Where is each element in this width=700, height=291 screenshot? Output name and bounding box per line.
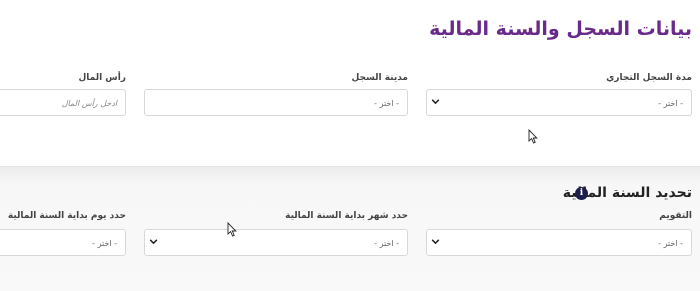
registry-city-label: مدينة السجل [351, 73, 408, 83]
mouse-pointer-icon [227, 222, 237, 237]
info-icon[interactable]: i [575, 187, 588, 200]
start-day-value: - اختر - [92, 239, 117, 248]
chevron-down-icon [431, 99, 440, 105]
registry-duration-value: - اختر - [658, 99, 683, 108]
calendar-select[interactable]: - اختر - [426, 229, 692, 256]
start-day-select[interactable]: - اختر - [0, 229, 126, 256]
registry-city-select[interactable]: - اختر - [144, 89, 408, 116]
capital-placeholder: ادخل رأس المال [61, 99, 117, 108]
mouse-pointer-icon [528, 129, 538, 144]
start-month-select[interactable]: - اختر - [144, 229, 408, 256]
capital-input[interactable]: ادخل رأس المال [0, 89, 126, 116]
chevron-down-icon [431, 239, 440, 245]
start-day-label: حدد يوم بداية السنة المالية [7, 211, 126, 221]
registry-duration-label: مدة السجل التجاري [606, 73, 692, 83]
page-title: بيانات السجل والسنة المالية [429, 18, 692, 40]
start-month-value: - اختر - [374, 239, 399, 248]
calendar-value: - اختر - [658, 239, 683, 248]
calendar-label: التقويم [659, 211, 692, 221]
capital-label: رأس المال [78, 73, 126, 83]
registry-city-value: - اختر - [374, 99, 399, 108]
chevron-down-icon [149, 239, 158, 245]
registry-duration-select[interactable]: - اختر - [426, 89, 692, 116]
start-month-label: حدد شهر بداية السنة المالية [285, 211, 408, 221]
